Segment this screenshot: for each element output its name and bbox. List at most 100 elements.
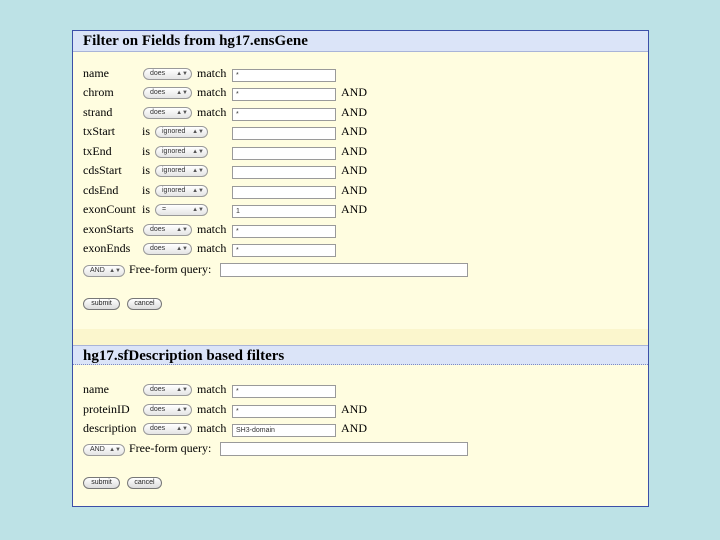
is-label: is (142, 163, 151, 177)
up-down-arrows-icon: ▲▼ (176, 246, 188, 252)
filter-row-txend: txEnd is ignored ▲▼ AND (73, 143, 648, 161)
operator-value: ignored (162, 148, 186, 155)
is-label: is (142, 124, 151, 138)
value-input[interactable] (232, 186, 336, 199)
operator-dropdown[interactable]: does ▲▼ (143, 243, 192, 255)
value-input[interactable]: * (232, 88, 336, 101)
comparison-dropdown[interactable]: ignored ▲▼ (155, 126, 208, 138)
up-down-arrows-icon: ▲▼ (176, 387, 188, 393)
operator-value: = (162, 206, 167, 213)
field-name-label: name (83, 382, 109, 396)
up-down-arrows-icon: ▲▼ (109, 268, 121, 274)
field-name-label: cdsEnd (83, 183, 119, 197)
operator-value: does (150, 425, 166, 432)
freeform-logic-dropdown[interactable]: AND ▲▼ (83, 265, 125, 277)
operator-value: ignored (162, 167, 186, 174)
operator-dropdown[interactable]: does ▲▼ (143, 423, 192, 435)
field-name-label: strand (83, 105, 113, 119)
operator-dropdown[interactable]: does ▲▼ (143, 87, 192, 99)
comparison-dropdown[interactable]: ignored ▲▼ (155, 165, 208, 177)
filter-row-cdsstart: cdsStart is ignored ▲▼ AND (73, 162, 648, 180)
comparison-dropdown[interactable]: ignored ▲▼ (155, 146, 208, 158)
operator-value: does (150, 89, 166, 96)
submit-button[interactable]: submit (83, 477, 120, 489)
logic-value: AND (90, 267, 105, 274)
freeform-logic-dropdown[interactable]: AND ▲▼ (83, 444, 125, 456)
and-label: AND (341, 402, 367, 416)
up-down-arrows-icon: ▲▼ (109, 447, 121, 453)
field-name-label: cdsStart (83, 163, 122, 177)
up-down-arrows-icon: ▲▼ (176, 110, 188, 116)
match-label: match (197, 421, 227, 435)
up-down-arrows-icon: ▲▼ (192, 168, 204, 174)
up-down-arrows-icon: ▲▼ (176, 426, 188, 432)
match-label: match (197, 222, 227, 236)
value-input[interactable] (232, 127, 336, 140)
freeform-row: AND ▲▼ Free-form query: (73, 441, 648, 459)
section1-title: Filter on Fields from hg17.ensGene (73, 31, 648, 52)
and-label: AND (341, 85, 367, 99)
operator-dropdown[interactable]: does ▲▼ (143, 68, 192, 80)
filter-row-name: name does ▲▼ match * (73, 65, 648, 83)
freeform-label: Free-form query: (129, 441, 212, 455)
and-label: AND (341, 202, 367, 216)
and-label: AND (341, 144, 367, 158)
and-label: AND (341, 124, 367, 138)
freeform-label: Free-form query: (129, 262, 212, 276)
filter-row-txstart: txStart is ignored ▲▼ AND (73, 123, 648, 141)
match-label: match (197, 66, 227, 80)
match-label: match (197, 241, 227, 255)
value-input[interactable]: * (232, 69, 336, 82)
operator-value: does (150, 406, 166, 413)
freeform-query-input[interactable] (220, 442, 468, 456)
and-label: AND (341, 421, 367, 435)
match-label: match (197, 382, 227, 396)
is-label: is (142, 183, 151, 197)
match-label: match (197, 402, 227, 416)
operator-dropdown[interactable]: does ▲▼ (143, 107, 192, 119)
filter-row-description: description does ▲▼ match SH3-domain AND (73, 420, 648, 438)
up-down-arrows-icon: ▲▼ (176, 71, 188, 77)
up-down-arrows-icon: ▲▼ (176, 407, 188, 413)
section-separator (73, 329, 648, 345)
match-label: match (197, 85, 227, 99)
operator-value: does (150, 70, 166, 77)
value-input[interactable]: * (232, 385, 336, 398)
up-down-arrows-icon: ▲▼ (176, 90, 188, 96)
and-label: AND (341, 183, 367, 197)
match-label: match (197, 105, 227, 119)
value-input[interactable]: * (232, 225, 336, 238)
operator-value: ignored (162, 187, 186, 194)
operator-value: does (150, 226, 166, 233)
and-label: AND (341, 105, 367, 119)
value-input[interactable] (232, 166, 336, 179)
value-input[interactable] (232, 147, 336, 160)
operator-dropdown[interactable]: does ▲▼ (143, 384, 192, 396)
field-name-label: exonCount (83, 202, 136, 216)
filter-row-chrom: chrom does ▲▼ match * AND (73, 84, 648, 102)
operator-value: does (150, 245, 166, 252)
operator-value: does (150, 109, 166, 116)
up-down-arrows-icon: ▲▼ (192, 129, 204, 135)
value-input[interactable]: * (232, 405, 336, 418)
field-name-label: exonStarts (83, 222, 134, 236)
filter-row-exoncount: exonCount is = ▲▼ 1 AND (73, 201, 648, 219)
field-name-label: txEnd (83, 144, 112, 158)
value-input[interactable]: * (232, 244, 336, 257)
up-down-arrows-icon: ▲▼ (192, 149, 204, 155)
comparison-dropdown[interactable]: = ▲▼ (155, 204, 208, 216)
value-input[interactable]: SH3-domain (232, 424, 336, 437)
cancel-button[interactable]: cancel (127, 477, 162, 489)
value-input[interactable]: * (232, 108, 336, 121)
value-input[interactable]: 1 (232, 205, 336, 218)
operator-dropdown[interactable]: does ▲▼ (143, 404, 192, 416)
cancel-button[interactable]: cancel (127, 298, 162, 310)
operator-dropdown[interactable]: does ▲▼ (143, 224, 192, 236)
field-name-label: chrom (83, 85, 114, 99)
up-down-arrows-icon: ▲▼ (192, 207, 204, 213)
freeform-row: AND ▲▼ Free-form query: (73, 262, 648, 280)
submit-button[interactable]: submit (83, 298, 120, 310)
operator-value: ignored (162, 128, 186, 135)
comparison-dropdown[interactable]: ignored ▲▼ (155, 185, 208, 197)
freeform-query-input[interactable] (220, 263, 468, 277)
